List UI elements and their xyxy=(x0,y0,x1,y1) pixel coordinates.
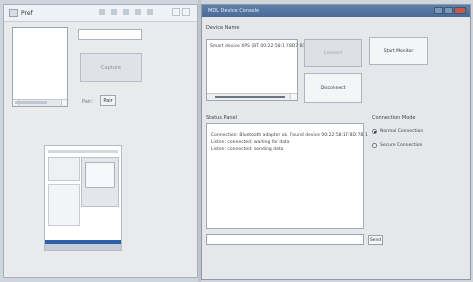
maximize-button[interactable] xyxy=(444,7,453,14)
capture-button[interactable]: Capture xyxy=(80,53,142,82)
horizontal-scrollbar[interactable] xyxy=(207,93,297,100)
desktop: Pref Capture Pair: Pair MDL Device Conso… xyxy=(0,0,473,282)
left-window-titlebar[interactable]: Pref xyxy=(4,5,197,22)
toolbar-icon[interactable] xyxy=(111,9,117,15)
close-button[interactable] xyxy=(182,8,190,16)
disconnect-button[interactable]: Disconnect xyxy=(304,73,362,103)
left-window-title: Pref xyxy=(21,9,33,17)
text-field[interactable] xyxy=(78,29,142,40)
scroll-thumb[interactable] xyxy=(15,101,47,104)
thumbnail-element xyxy=(45,244,121,250)
screenshot-thumbnail xyxy=(44,145,122,251)
toolbar-icon[interactable] xyxy=(123,9,129,15)
radio-label: Secure Connection xyxy=(380,143,423,148)
radio-normal[interactable]: Normal Connection xyxy=(372,129,423,134)
app-icon xyxy=(9,9,18,17)
toolbar-icons xyxy=(99,9,169,17)
devices-label: Device Name xyxy=(206,25,240,31)
pair-label: Pair: xyxy=(82,99,93,105)
left-window: Pref Capture Pair: Pair xyxy=(3,4,198,278)
minimize-button[interactable] xyxy=(434,7,443,14)
thumbnail-element xyxy=(48,184,80,226)
right-window: MDL Device Console Device Name Smart dev… xyxy=(201,4,471,280)
thumbnail-element xyxy=(48,150,118,153)
radio-button[interactable] xyxy=(372,129,377,134)
status-label: Status Panel xyxy=(206,115,238,121)
scroll-thumb[interactable] xyxy=(215,96,285,98)
right-window-title: MDL Device Console xyxy=(208,8,260,14)
command-input[interactable] xyxy=(206,234,364,245)
radio-label: Normal Connection xyxy=(380,129,424,134)
send-button[interactable]: Send xyxy=(368,235,383,245)
radio-secure[interactable]: Secure Connection xyxy=(372,143,422,148)
scroll-right-button[interactable] xyxy=(290,94,297,99)
pair-button[interactable]: Pair xyxy=(100,95,116,106)
horizontal-scrollbar[interactable] xyxy=(13,99,67,106)
status-line: Listen: connected: sending data xyxy=(211,147,284,152)
preview-panel[interactable] xyxy=(12,27,68,107)
thumbnail-element xyxy=(48,157,80,181)
status-line: Connection: Bluetooth adapter ok. Found … xyxy=(211,133,368,138)
radio-button[interactable] xyxy=(372,143,377,148)
status-line: Listen: connected: waiting for data xyxy=(211,140,290,145)
start-monitor-button[interactable]: Start Monitor xyxy=(369,37,428,65)
right-window-titlebar[interactable]: MDL Device Console xyxy=(202,5,470,17)
close-button[interactable] xyxy=(454,7,466,14)
toolbar-icon[interactable] xyxy=(147,9,153,15)
thumbnail-element xyxy=(85,162,115,188)
device-list[interactable]: Smart device XPS (BT 00:22:58:1 F8D7 B1) xyxy=(206,39,307,101)
status-log[interactable]: Connection: Bluetooth adapter ok. Found … xyxy=(206,123,368,229)
minimize-button[interactable] xyxy=(172,8,180,16)
toolbar-icon[interactable] xyxy=(135,9,141,15)
toolbar-icon[interactable] xyxy=(99,9,105,15)
window-controls xyxy=(434,7,466,14)
connect-button[interactable]: Connect xyxy=(304,39,362,67)
scroll-right-button[interactable] xyxy=(61,100,67,105)
list-item[interactable]: Smart device XPS (BT 00:22:58:1 F8D7 B1) xyxy=(210,44,307,49)
options-label: Connection Mode xyxy=(372,115,416,121)
